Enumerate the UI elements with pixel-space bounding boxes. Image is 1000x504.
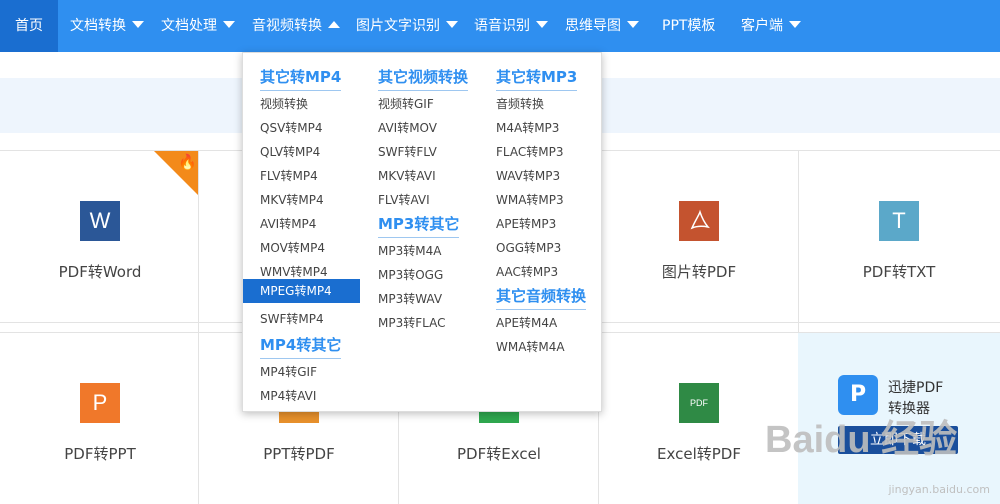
nav-speech[interactable]: 语音识别 xyxy=(474,0,548,52)
nav-doc-convert[interactable]: 文档转换 xyxy=(70,0,144,52)
menu-item[interactable]: APE转MP3 xyxy=(496,215,556,232)
menu-item[interactable]: SWF转FLV xyxy=(378,143,437,160)
chevron-down-icon xyxy=(446,21,458,28)
menu-item[interactable]: MKV转MP4 xyxy=(260,191,324,208)
menu-item[interactable]: SWF转MP4 xyxy=(260,310,324,327)
menu-item[interactable]: FLV转MP4 xyxy=(260,167,318,184)
tile-label: PDF转Excel xyxy=(457,445,541,463)
nav-label: 思维导图 xyxy=(565,18,621,34)
tile-label: 图片转PDF xyxy=(661,263,737,281)
pdf-icon xyxy=(679,201,719,241)
nav-label: 音视频转换 xyxy=(252,18,322,34)
nav-ppt-template[interactable]: PPT模板 xyxy=(662,0,715,52)
chevron-up-icon xyxy=(328,21,340,28)
tile-pdf-to-ppt[interactable]: P PDF转PPT xyxy=(0,333,200,503)
tile-label: PDF转TXT xyxy=(862,263,936,281)
menu-item[interactable]: WMV转MP4 xyxy=(260,263,328,280)
menu-item-selected[interactable]: MPEG转MP4 xyxy=(243,279,360,303)
menu-item[interactable]: MKV转AVI xyxy=(378,167,436,184)
nav-client[interactable]: 客户端 xyxy=(741,0,801,52)
menu-item[interactable]: MP3转WAV xyxy=(378,290,442,307)
tile-pdf-to-txt[interactable]: T PDF转TXT xyxy=(799,151,999,321)
dropdown-heading: 其它音频转换 xyxy=(496,285,587,310)
tile-image-to-pdf[interactable]: 图片转PDF xyxy=(599,151,799,321)
baidu-watermark: Baidu 经验 xyxy=(765,419,958,461)
nav-ocr[interactable]: 图片文字识别 xyxy=(356,0,458,52)
nav-label: PPT模板 xyxy=(662,18,716,34)
menu-item[interactable]: FLV转AVI xyxy=(378,191,430,208)
menu-item[interactable]: WMA转M4A xyxy=(496,338,565,355)
nav-home[interactable]: 首页 xyxy=(0,0,58,52)
av-convert-dropdown: 其它转MP4 视频转换 QSV转MP4 QLV转MP4 FLV转MP4 MKV转… xyxy=(242,52,602,412)
nav-home-label: 首页 xyxy=(15,18,43,34)
menu-item[interactable]: AAC转MP3 xyxy=(496,263,558,280)
menu-item[interactable]: MP4转GIF xyxy=(260,363,317,380)
tile-label: PPT转PDF xyxy=(263,445,335,463)
nav-label: 语音识别 xyxy=(474,18,530,34)
word-icon: W xyxy=(80,201,120,241)
dropdown-heading: 其它转MP3 xyxy=(496,66,578,91)
chevron-down-icon xyxy=(223,21,235,28)
menu-item[interactable]: AVI转MP4 xyxy=(260,215,316,232)
menu-item[interactable]: MP3转OGG xyxy=(378,266,443,283)
excel-pdf-icon: PDF xyxy=(679,383,719,423)
menu-item[interactable]: AVI转MOV xyxy=(378,119,437,136)
nav-mindmap[interactable]: 思维导图 xyxy=(565,0,639,52)
dropdown-heading: MP4转其它 xyxy=(260,334,342,359)
nav-label: 客户端 xyxy=(741,18,783,34)
promo-title: 迅捷PDF xyxy=(888,380,944,396)
nav-label: 文档转换 xyxy=(70,18,126,34)
menu-item[interactable]: FLAC转MP3 xyxy=(496,143,563,160)
tile-label: PDF转Word xyxy=(58,263,142,281)
nav-label: 图片文字识别 xyxy=(356,18,440,34)
txt-icon: T xyxy=(879,201,919,241)
menu-item[interactable]: 视频转换 xyxy=(260,95,308,112)
flame-icon: 🔥 xyxy=(178,153,197,171)
dropdown-heading: MP3转其它 xyxy=(378,213,460,238)
chevron-down-icon xyxy=(789,21,801,28)
menu-item[interactable]: QLV转MP4 xyxy=(260,143,320,160)
menu-item[interactable]: MP3转M4A xyxy=(378,242,441,259)
nav-label: 文档处理 xyxy=(161,18,217,34)
menu-item[interactable]: 音频转换 xyxy=(496,95,544,112)
watermark-url: jingyan.baidu.com xyxy=(888,483,990,496)
ppt-icon: P xyxy=(80,383,120,423)
menu-item[interactable]: M4A转MP3 xyxy=(496,119,559,136)
top-nav: 首页 文档转换 文档处理 音视频转换 图片文字识别 语音识别 思维导图 PPT模… xyxy=(0,0,1000,52)
menu-item[interactable]: OGG转MP3 xyxy=(496,239,561,256)
chevron-down-icon xyxy=(627,21,639,28)
dropdown-heading: 其它视频转换 xyxy=(378,66,469,91)
nav-av-convert[interactable]: 音视频转换 xyxy=(252,0,340,52)
menu-item[interactable]: WMA转MP3 xyxy=(496,191,564,208)
menu-item[interactable]: MOV转MP4 xyxy=(260,239,325,256)
chevron-down-icon xyxy=(132,21,144,28)
nav-doc-process[interactable]: 文档处理 xyxy=(161,0,235,52)
menu-item[interactable]: MP4转AVI xyxy=(260,387,316,404)
tile-label: PDF转PPT xyxy=(64,445,136,463)
menu-item[interactable]: APE转M4A xyxy=(496,314,557,331)
menu-item[interactable]: 视频转GIF xyxy=(378,95,434,112)
menu-item[interactable]: QSV转MP4 xyxy=(260,119,323,136)
chevron-down-icon xyxy=(536,21,548,28)
menu-item[interactable]: WAV转MP3 xyxy=(496,167,560,184)
dropdown-heading: 其它转MP4 xyxy=(260,66,342,91)
menu-item[interactable]: MP3转FLAC xyxy=(378,314,445,331)
